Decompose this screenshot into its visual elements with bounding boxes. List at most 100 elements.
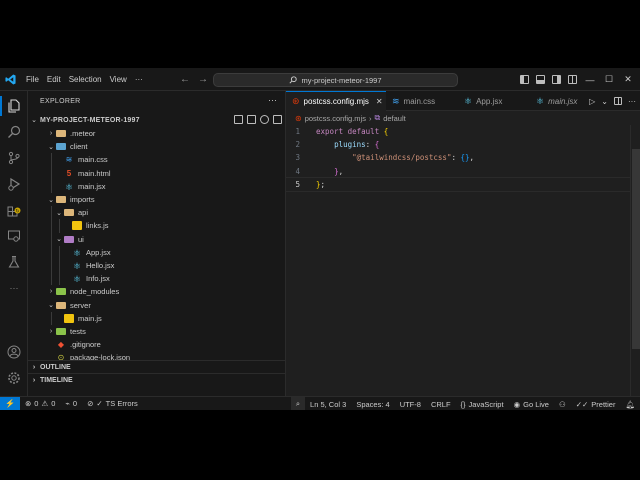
code-line[interactable]: 1 export default { xyxy=(286,125,630,138)
code-token: ; xyxy=(320,179,326,189)
menu-more[interactable]: ··· xyxy=(131,68,147,91)
check-icon: ⊘ xyxy=(87,399,94,408)
code-token: { xyxy=(383,127,389,137)
sidebar-more-icon[interactable]: ··· xyxy=(268,95,277,105)
file-tree-item[interactable]: › tests xyxy=(28,325,286,338)
code-line[interactable]: 2 plugins: { xyxy=(286,138,630,151)
editor-scrollbar[interactable] xyxy=(630,125,640,396)
code-token: , xyxy=(338,166,344,176)
zoom-search-icon[interactable]: ⌕ xyxy=(290,397,306,410)
go-live-button[interactable]: ◉ Go Live xyxy=(509,400,554,409)
new-folder-icon[interactable] xyxy=(247,115,256,124)
extensions-icon[interactable]: ↻ xyxy=(0,197,28,223)
code-line[interactable]: 5}; xyxy=(285,176,631,192)
code-line[interactable]: 3 "@tailwindcss/postcss": {}, xyxy=(286,151,630,164)
close-window-icon[interactable]: ✕ xyxy=(622,74,634,85)
timeline-section[interactable]: › TIMELINE xyxy=(28,373,286,386)
menu-selection[interactable]: Selection xyxy=(65,68,106,91)
file-tree-item[interactable]: ≋ main.css xyxy=(28,153,286,167)
project-root[interactable]: ⌄ MY-PROJECT-METEOR-1997 xyxy=(28,113,286,127)
run-dropdown-chevron-icon[interactable]: ⌄ xyxy=(601,97,608,106)
file-tree-item[interactable]: ⌄ imports xyxy=(28,193,286,206)
file-tree-item[interactable]: ⌄ api xyxy=(28,206,286,220)
outline-section[interactable]: › OUTLINE xyxy=(28,360,286,373)
file-tree-item[interactable]: ⌄ ui xyxy=(28,232,286,246)
split-editor-icon[interactable] xyxy=(614,97,622,105)
file-tree-item[interactable]: › .meteor xyxy=(28,127,286,140)
remote-indicator-icon[interactable]: ⚡ xyxy=(0,396,20,410)
file-tree-item[interactable]: › node_modules xyxy=(28,285,286,298)
search-view-icon[interactable] xyxy=(0,119,28,145)
prettier-indicator[interactable]: ✓✓ Prettier xyxy=(571,400,621,409)
file-tree-label: api xyxy=(78,208,89,218)
breadcrumb-symbol[interactable]: default xyxy=(383,114,406,123)
end-of-line[interactable]: CRLF xyxy=(426,400,456,409)
forward-arrow-icon[interactable]: → xyxy=(198,74,208,85)
customize-layout-icon[interactable] xyxy=(568,75,577,84)
back-arrow-icon[interactable]: ← xyxy=(180,74,190,85)
explorer-icon[interactable] xyxy=(0,93,28,119)
file-tree-item[interactable]: ◆ .gitignore xyxy=(28,338,286,351)
refresh-icon[interactable] xyxy=(260,115,269,124)
indentation[interactable]: Spaces: 4 xyxy=(351,400,394,409)
problems-indicator[interactable]: ⊗ 0 ⚠ 0 xyxy=(20,399,60,408)
code-editor[interactable]: 1 export default {2 plugins: {3 "@tailwin… xyxy=(285,125,631,396)
file-tree-item[interactable]: ⚛ main.jsx xyxy=(28,179,286,193)
file-tree-item[interactable]: ⚛ Info.jsx xyxy=(28,272,286,286)
toggle-secondary-sidebar-icon[interactable] xyxy=(552,75,561,84)
file-tree-item[interactable]: 5 main.html xyxy=(28,166,286,180)
more-views-icon[interactable]: ··· xyxy=(0,275,28,301)
file-tree-label: node_modules xyxy=(70,287,120,297)
tab-postcss-config[interactable]: ⊛ postcss.config.mjs ✕ xyxy=(286,91,386,111)
line-number: 2 xyxy=(295,140,300,150)
toggle-panel-icon[interactable] xyxy=(536,75,545,84)
maximize-icon[interactable]: ☐ xyxy=(603,74,615,85)
ts-errors-indicator[interactable]: ⊘ ✓ TS Errors xyxy=(82,399,143,408)
manage-gear-icon[interactable] xyxy=(0,365,28,391)
line-number: 1 xyxy=(295,127,300,137)
ports-indicator[interactable]: ⌁ 0 xyxy=(60,399,82,408)
menu-file[interactable]: File xyxy=(22,68,43,91)
breadcrumb-file[interactable]: postcss.config.mjs xyxy=(305,114,366,123)
file-tree-item[interactable]: ⌄ server xyxy=(28,298,286,311)
editor-more-icon[interactable]: ··· xyxy=(628,97,636,106)
line-number: 3 xyxy=(295,153,300,163)
file-tree-item[interactable]: ⊙ package-lock.json xyxy=(28,351,286,360)
code-line[interactable]: 4 }, xyxy=(286,165,630,178)
new-file-icon[interactable] xyxy=(234,115,243,124)
run-icon[interactable]: ▷ xyxy=(589,97,595,106)
file-tree-item[interactable]: ⚛ Hello.jsx xyxy=(28,258,286,273)
tab-main-css[interactable]: ≋ main.css xyxy=(386,91,441,111)
accounts-icon[interactable] xyxy=(0,339,28,365)
scrollbar-thumb[interactable] xyxy=(632,149,640,349)
command-center[interactable]: my-project-meteor-1997 xyxy=(213,73,458,87)
copilot-icon[interactable]: ⚇ xyxy=(554,400,571,409)
minimize-icon[interactable]: — xyxy=(584,75,596,85)
file-tree-item[interactable]: main.js xyxy=(28,311,286,325)
collapse-all-icon[interactable] xyxy=(273,115,282,124)
encoding[interactable]: UTF-8 xyxy=(395,400,426,409)
close-tab-icon[interactable]: ✕ xyxy=(376,97,383,106)
file-tree-label: App.jsx xyxy=(86,247,111,257)
indent-guide xyxy=(51,206,52,220)
broadcast-icon: ◉ xyxy=(513,399,521,409)
toggle-primary-sidebar-icon[interactable] xyxy=(520,75,529,84)
menu-edit[interactable]: Edit xyxy=(43,68,65,91)
code-token: { xyxy=(374,140,380,150)
file-tree-item[interactable]: ⚛ App.jsx xyxy=(28,245,286,259)
menu-view[interactable]: View xyxy=(106,68,131,91)
run-debug-icon[interactable] xyxy=(0,171,28,197)
source-control-icon[interactable] xyxy=(0,145,28,171)
file-tree-item[interactable]: links.js xyxy=(28,219,286,233)
testing-icon[interactable] xyxy=(0,249,28,275)
cursor-position[interactable]: Ln 5, Col 3 xyxy=(305,400,351,409)
remote-explorer-icon[interactable] xyxy=(0,223,28,249)
language-mode[interactable]: {} JavaScript xyxy=(456,400,509,409)
tab-app-jsx[interactable]: ⚛ App.jsx xyxy=(458,91,508,111)
tab-main-jsx[interactable]: ⚛ main.jsx xyxy=(530,91,583,111)
line-number: 5 xyxy=(295,179,300,189)
notifications-bell-icon[interactable]: 🔔︎ xyxy=(620,400,640,409)
js-file-icon xyxy=(64,313,74,323)
file-tree-item[interactable]: ⌄ client xyxy=(28,140,286,153)
